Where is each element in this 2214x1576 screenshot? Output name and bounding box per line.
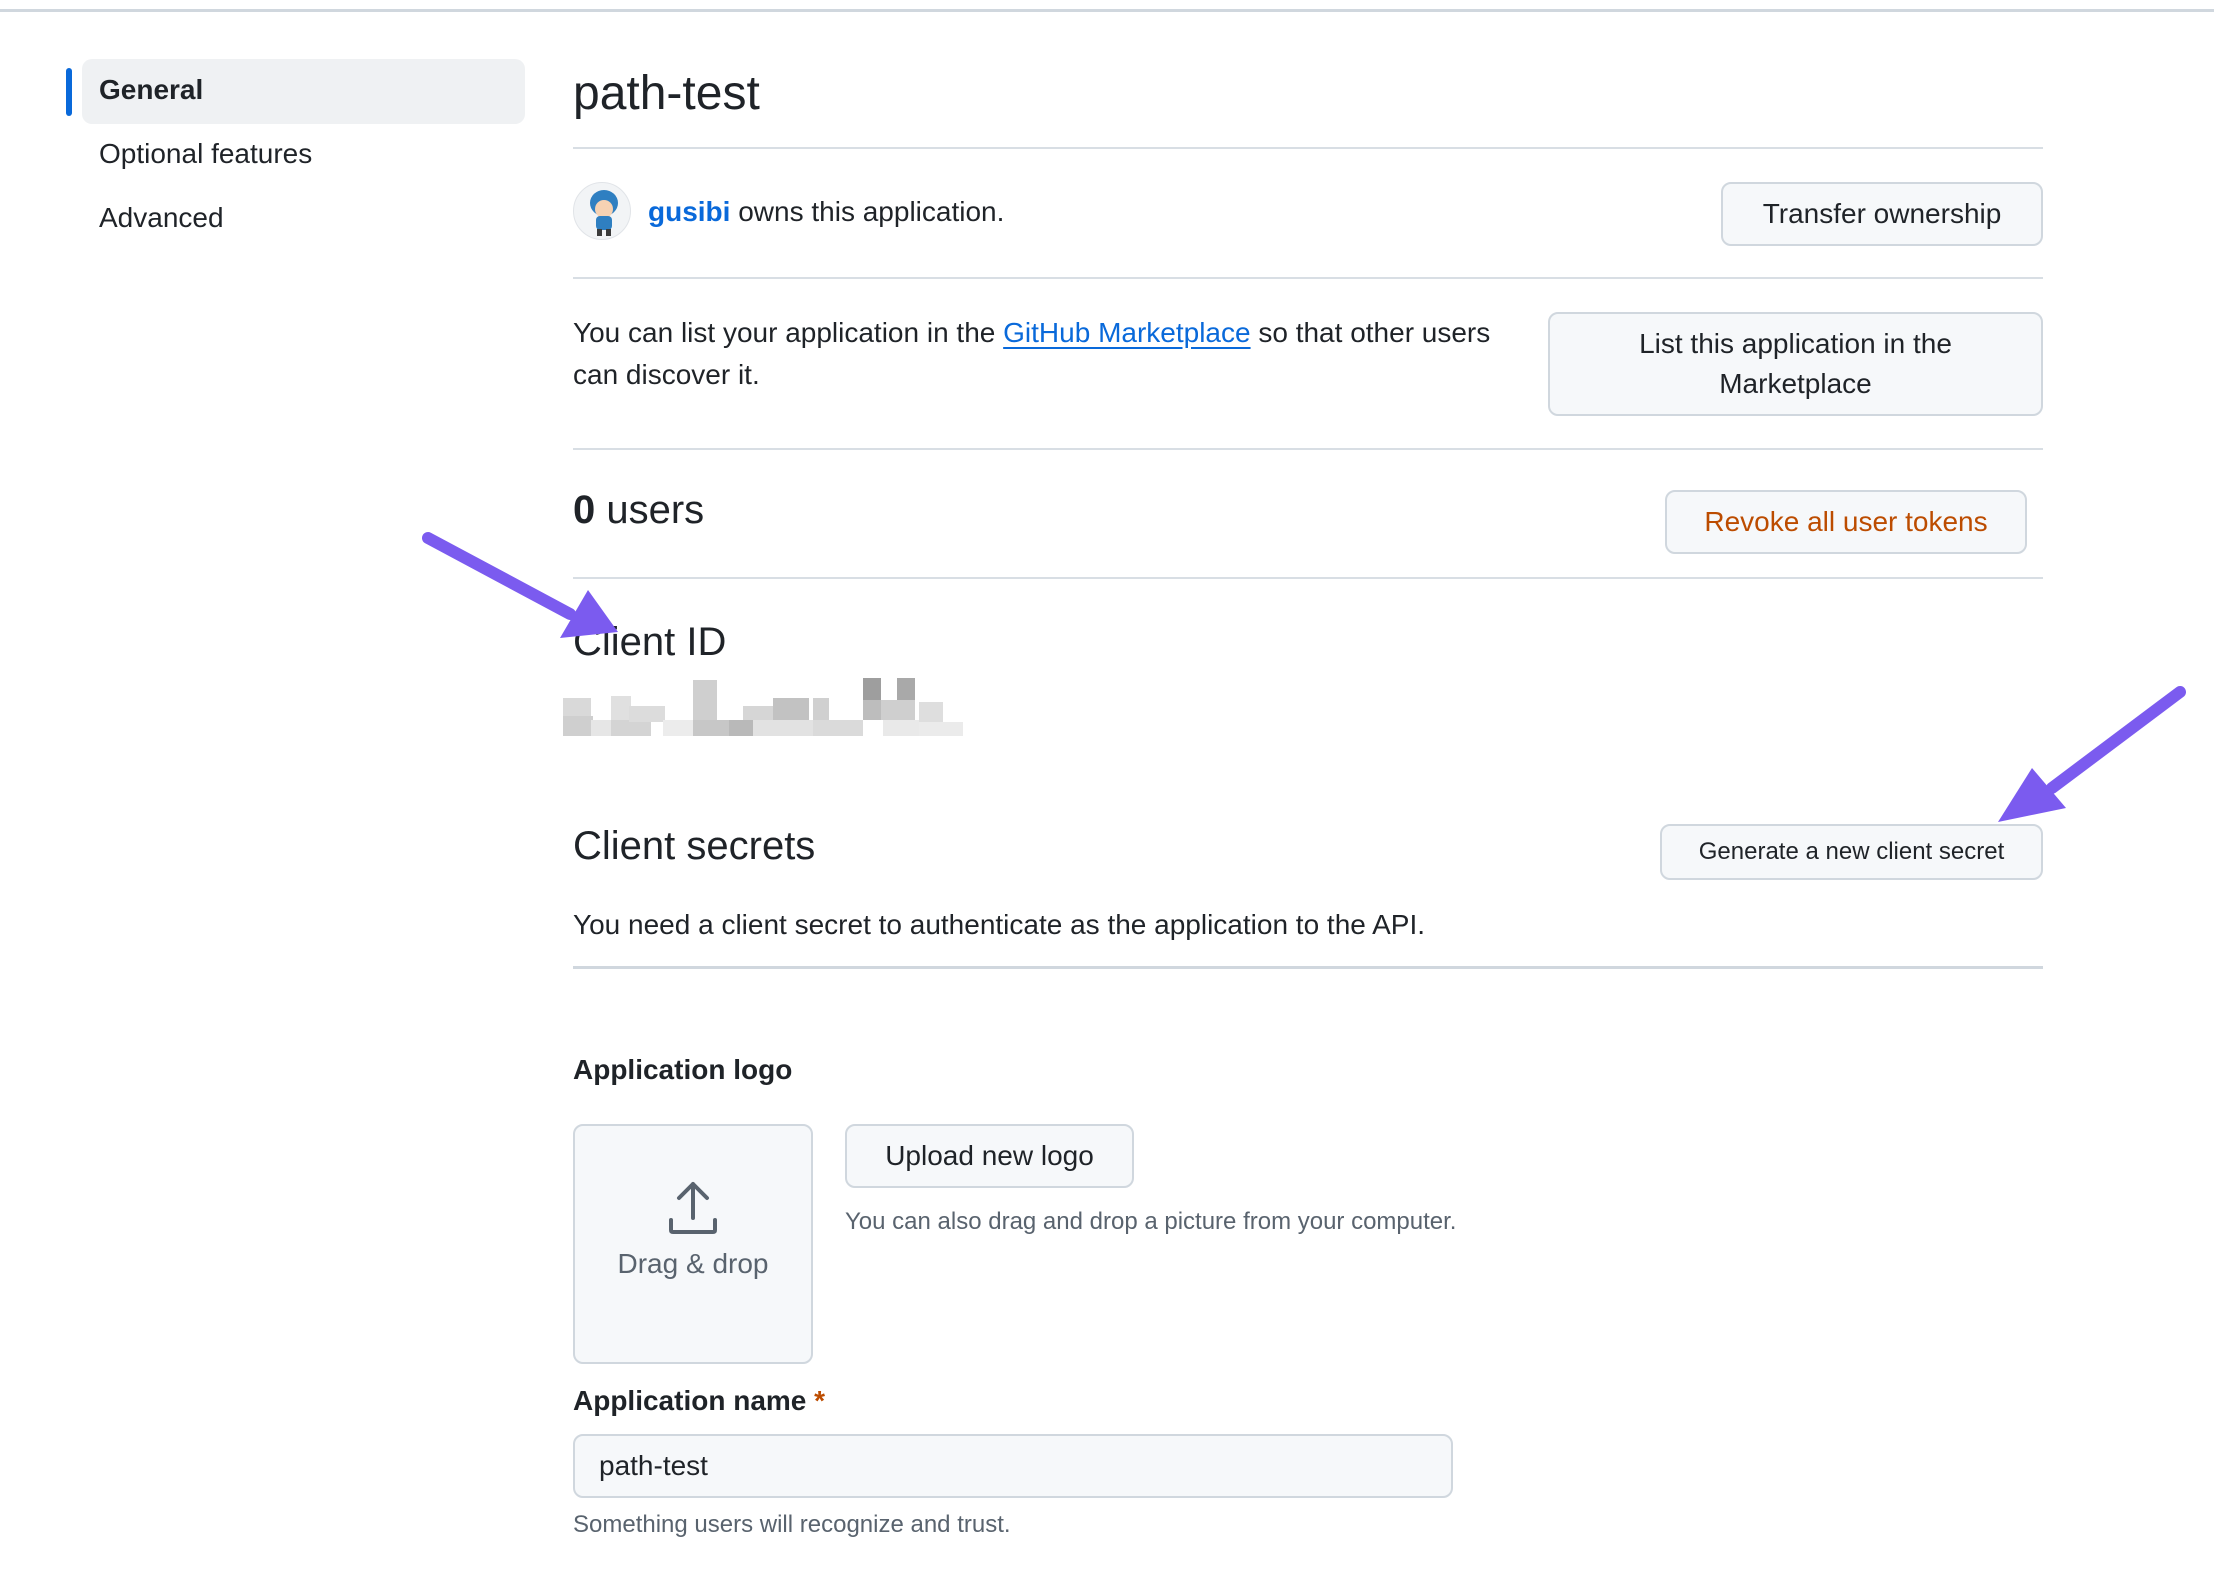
revoke-all-user-tokens-button[interactable]: Revoke all user tokens <box>1665 490 2027 554</box>
users-label: users <box>595 488 705 532</box>
list-in-marketplace-button[interactable]: List this application in the Marketplace <box>1548 312 2043 416</box>
application-name-label-text: Application name <box>573 1385 807 1416</box>
upload-icon <box>669 1182 717 1234</box>
divider <box>573 577 2043 579</box>
marketplace-text-before: You can list your application in the <box>573 317 1004 348</box>
sidebar-active-indicator <box>66 68 72 116</box>
avatar-icon[interactable] <box>573 182 631 240</box>
dropzone-label: Drag & drop <box>617 1248 769 1279</box>
application-name-input[interactable] <box>573 1434 1453 1498</box>
application-logo-label: Application logo <box>573 1054 793 1085</box>
sidebar-item-advanced[interactable]: Advanced <box>99 202 224 234</box>
page-title: path-test <box>573 67 760 120</box>
logo-dropzone[interactable]: Drag & drop <box>573 1124 813 1364</box>
owner-suffix: owns this application. <box>730 196 1005 227</box>
application-name-label: Application name * <box>573 1385 825 1417</box>
annotation-arrow-icon <box>422 532 618 638</box>
application-name-hint: Something users will recognize and trust… <box>573 1511 1011 1538</box>
marketplace-description: You can list your application in the Git… <box>573 312 1533 396</box>
upload-new-logo-button[interactable]: Upload new logo <box>845 1124 1134 1188</box>
owner-link[interactable]: gusibi <box>648 196 730 227</box>
users-count: 0 <box>573 488 596 532</box>
divider <box>573 448 2043 450</box>
generate-client-secret-button[interactable]: Generate a new client secret <box>1660 824 2043 880</box>
annotation-arrow-icon <box>1998 686 2186 822</box>
divider <box>573 147 2043 149</box>
transfer-ownership-button[interactable]: Transfer ownership <box>1721 182 2043 246</box>
client-id-value-redacted <box>563 676 963 736</box>
sidebar-item-optional-features[interactable]: Optional features <box>99 138 312 170</box>
top-divider <box>0 9 2214 12</box>
client-secrets-description: You need a client secret to authenticate… <box>573 909 1426 940</box>
github-marketplace-link[interactable]: GitHub Marketplace <box>1003 317 1250 348</box>
client-secrets-heading: Client secrets <box>573 824 816 868</box>
required-marker: * <box>814 1385 826 1416</box>
logo-hint: You can also drag and drop a picture fro… <box>845 1208 1457 1235</box>
sidebar-item-general-label[interactable]: General <box>99 74 203 106</box>
divider <box>573 277 2043 279</box>
users-count-heading: 0 users <box>573 488 704 533</box>
owner-line: gusibi owns this application. <box>648 191 1004 233</box>
divider <box>573 966 2043 969</box>
